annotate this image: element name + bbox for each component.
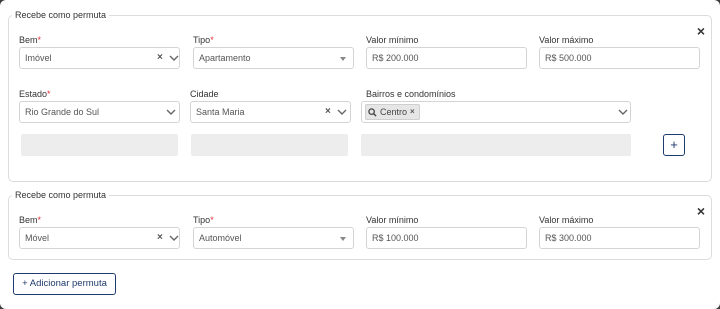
tipo-label: Tipo* (193, 35, 214, 45)
bem-value: Imóvel (25, 53, 52, 63)
valor-maximo-label: Valor máximo (539, 215, 594, 225)
remove-block-button[interactable]: × (697, 24, 705, 38)
estado-label: Estado* (19, 89, 51, 99)
cidade-label: Cidade (190, 89, 219, 99)
bem-select[interactable]: Imóvel × (19, 47, 180, 69)
clear-icon[interactable]: × (157, 228, 163, 248)
block-legend: Recebe como permuta (12, 189, 110, 201)
placeholder-field (191, 134, 348, 156)
block-legend: Recebe como permuta (12, 9, 110, 21)
bem-select[interactable]: Móvel × (19, 227, 180, 249)
bairros-multiselect[interactable]: Centro × (361, 101, 631, 123)
caret-down-icon (340, 57, 346, 61)
valor-maximo-input[interactable]: R$ 300.000 (539, 227, 700, 249)
valor-minimo-input[interactable]: R$ 200.000 (366, 47, 527, 69)
remove-block-button[interactable]: × (697, 204, 705, 218)
bem-label: Bem* (19, 215, 42, 225)
cidade-select[interactable]: Santa Maria × (190, 101, 351, 123)
bairros-label: Bairros e condomínios (366, 89, 456, 99)
search-icon (368, 107, 377, 117)
adicionar-permuta-button[interactable]: + Adicionar permuta (13, 273, 116, 295)
chevron-down-icon[interactable] (337, 108, 347, 116)
tipo-select[interactable]: Apartamento (193, 47, 354, 69)
chevron-down-icon[interactable] (166, 108, 176, 116)
bem-label: Bem* (19, 35, 42, 45)
tipo-value: Apartamento (199, 53, 251, 63)
cidade-value: Santa Maria (196, 107, 245, 117)
bem-value: Móvel (25, 233, 50, 243)
clear-icon[interactable]: × (157, 48, 163, 68)
valor-maximo-label: Valor máximo (539, 35, 594, 45)
page: Recebe como permuta × Bem* Tipo* Valor m… (0, 0, 720, 309)
placeholder-field (21, 134, 178, 156)
chevron-down-icon[interactable] (169, 54, 179, 62)
caret-down-icon (340, 237, 346, 241)
remove-tag-icon[interactable]: × (410, 105, 415, 119)
tipo-label: Tipo* (193, 215, 214, 225)
chevron-down-icon[interactable] (169, 234, 179, 242)
permuta-block-1: Recebe como permuta × Bem* Tipo* Valor m… (8, 9, 712, 182)
valor-maximo-input[interactable]: R$ 500.000 (539, 47, 700, 69)
valor-minimo-label: Valor mínimo (366, 35, 419, 45)
clear-icon[interactable]: × (325, 102, 331, 122)
bairro-tag-label: Centro (380, 107, 408, 117)
estado-value: Rio Grande do Sul (25, 107, 100, 117)
bairro-tag: Centro × (365, 104, 420, 120)
permuta-block-2: Recebe como permuta × Bem* Tipo* Valor m… (8, 189, 712, 260)
estado-select[interactable]: Rio Grande do Sul (19, 101, 180, 123)
placeholder-field (361, 134, 631, 156)
valor-minimo-label: Valor mínimo (366, 215, 419, 225)
chevron-down-icon[interactable] (618, 108, 628, 116)
tipo-value: Automóvel (199, 233, 242, 243)
valor-minimo-input[interactable]: R$ 100.000 (366, 227, 527, 249)
tipo-select[interactable]: Automóvel (193, 227, 354, 249)
add-field-button[interactable]: + (663, 134, 685, 156)
